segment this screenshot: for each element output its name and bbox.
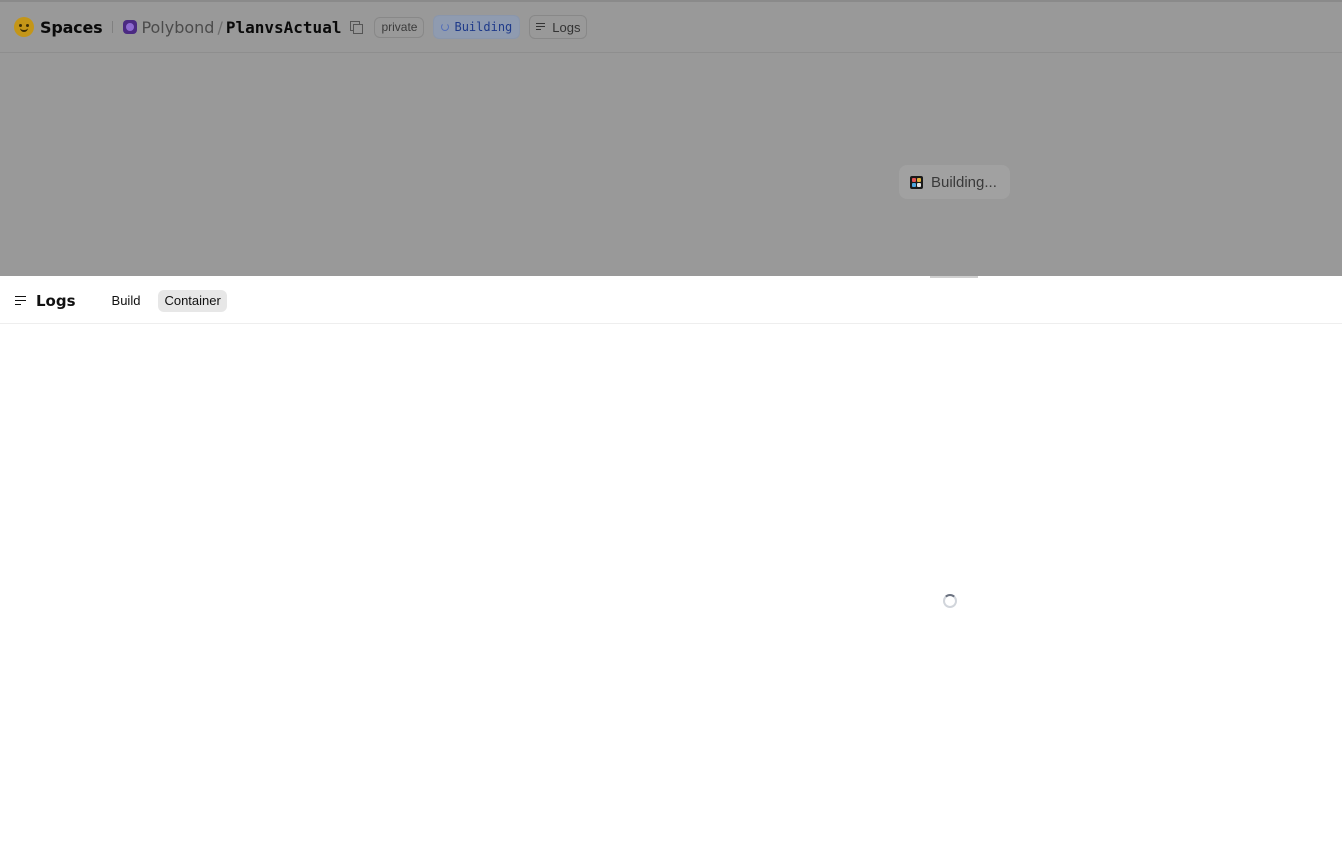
logs-panel-title: Logs [15,292,76,310]
visibility-badge: private [374,16,425,38]
huggingface-logo-icon [14,17,34,37]
preview-building-indicator: Building... [899,165,1010,199]
dimmed-app-area: Spaces Polybond / PlanvsActual private B… [0,0,1342,276]
preview-status-text: Building... [931,173,997,191]
header-divider [112,21,114,33]
path-separator: / [217,17,223,37]
brand-label: Spaces [40,17,103,37]
logs-icon [15,295,27,306]
logs-button[interactable]: Logs [529,15,588,39]
tab-build[interactable]: Build [106,290,147,312]
spinner-icon [441,23,450,31]
copy-icon[interactable] [350,21,364,34]
loading-spinner-icon [943,594,957,608]
spaces-home-link[interactable]: Spaces [14,17,103,37]
app-grid-icon [910,175,923,189]
space-name-link[interactable]: PlanvsActual [226,18,342,37]
logs-button-label: Logs [552,19,581,35]
logs-icon [536,23,547,31]
tab-container[interactable]: Container [158,289,227,312]
logs-panel-header: Logs Build Container [0,278,1342,324]
owner-link[interactable]: Polybond [141,18,214,37]
owner-avatar-icon [123,20,138,34]
status-badge[interactable]: Building [433,15,521,39]
space-header: Spaces Polybond / PlanvsActual private B… [0,2,1342,53]
status-badge-label: Building [454,20,513,34]
logs-title-label: Logs [36,291,76,310]
